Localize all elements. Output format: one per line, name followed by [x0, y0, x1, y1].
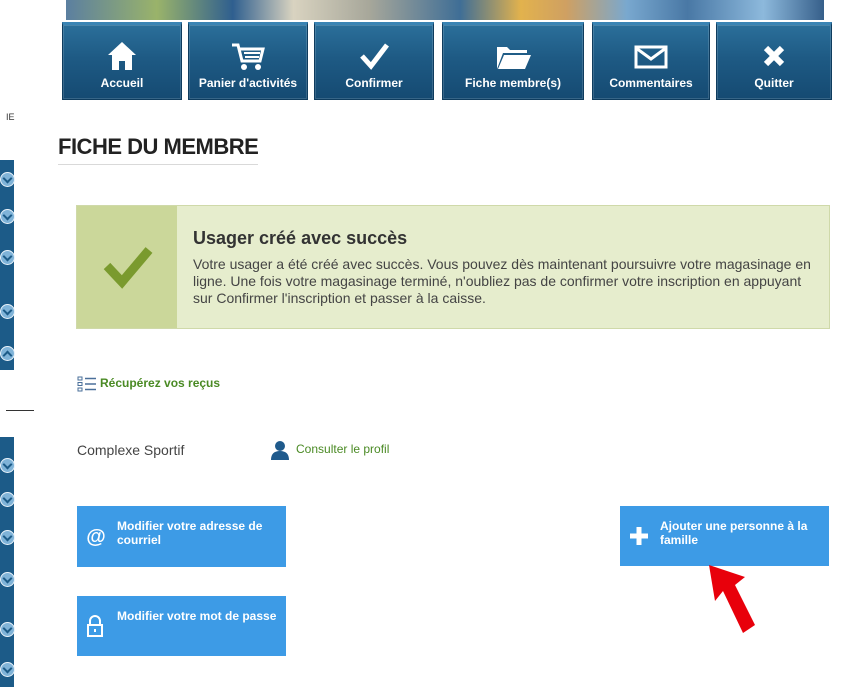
change-password-button[interactable]: Modifier votre mot de passe [77, 596, 286, 656]
list-icon [77, 376, 96, 392]
add-family-member-button[interactable]: Ajouter une personne à la famille [620, 506, 829, 566]
alert-icon-panel [77, 206, 177, 328]
change-email-label: Modifier votre adresse de courriel [117, 519, 263, 547]
envelope-icon [634, 45, 668, 69]
folder-icon [497, 47, 531, 69]
sidebar-expand-icon[interactable] [0, 304, 15, 319]
main-navigation: Accueil Panier d'activités Confirmer Fic… [62, 20, 832, 102]
change-password-label: Modifier votre mot de passe [117, 609, 277, 623]
sidebar-expand-icon[interactable] [0, 622, 15, 637]
nav-tab-home[interactable]: Accueil [62, 22, 182, 100]
nav-tab-confirm[interactable]: Confirmer [314, 22, 434, 100]
sidebar-expand-icon[interactable] [0, 572, 15, 587]
checkmark-icon [360, 43, 389, 70]
sidebar-expand-icon[interactable] [0, 172, 15, 187]
user-icon [271, 441, 289, 460]
nav-tab-label: Quitter [754, 76, 794, 90]
sidebar-expand-icon[interactable] [0, 662, 15, 677]
view-profile-link[interactable]: Consulter le profil [270, 440, 389, 460]
nav-tab-cart[interactable]: Panier d'activités [188, 22, 308, 100]
nav-tab-label: Panier d'activités [198, 76, 298, 90]
facility-name: Complexe Sportif [77, 442, 185, 458]
plus-icon [630, 527, 648, 545]
change-email-button[interactable]: @ Modifier votre adresse de courriel [77, 506, 286, 567]
receipts-link[interactable]: Récupérez vos reçus [77, 376, 220, 392]
sidebar-fragment-label: IE [6, 112, 15, 122]
nav-tab-label: Accueil [100, 76, 144, 90]
sidebar-fragment-text: IE [6, 112, 15, 122]
view-profile-label: Consulter le profil [296, 442, 390, 457]
sidebar-expand-icon[interactable] [0, 530, 15, 545]
sidebar-divider [6, 410, 34, 411]
sidebar-expand-icon[interactable] [0, 209, 15, 224]
alert-message: Votre usager a été créé avec succès. Vou… [193, 256, 811, 306]
sidebar-collapse-icon[interactable] [0, 346, 15, 361]
page-title: FICHE DU MEMBRE [58, 134, 259, 165]
sidebar-expand-icon[interactable] [0, 492, 15, 507]
nav-tab-comments[interactable]: Commentaires [592, 22, 710, 100]
sidebar-menu-upper [0, 160, 14, 370]
checkmark-icon [103, 247, 153, 289]
sidebar-expand-icon[interactable] [0, 250, 15, 265]
lock-icon [87, 615, 103, 637]
nav-tab-label: Confirmer [345, 76, 403, 90]
sidebar-expand-icon[interactable] [0, 458, 15, 473]
nav-tab-quit[interactable]: Quitter [716, 22, 832, 100]
alert-title: Usager créé avec succès [193, 228, 408, 248]
svg-text:@: @ [86, 526, 106, 548]
nav-tab-member-profile[interactable]: Fiche membre(s) [442, 22, 584, 100]
nav-tab-label: Commentaires [609, 76, 693, 90]
close-icon [763, 45, 785, 67]
home-icon [108, 42, 136, 70]
sidebar-menu-lower [0, 437, 14, 687]
at-sign-icon: @ [86, 526, 106, 548]
nav-tab-label: Fiche membre(s) [464, 76, 562, 90]
header-banner-image [66, 0, 824, 20]
annotation-arrow-icon [709, 565, 755, 633]
success-alert: Usager créé avec succès Votre usager a é… [76, 205, 830, 329]
receipts-label: Récupérez vos reçus [100, 376, 221, 391]
cart-icon [232, 43, 265, 70]
add-family-member-label: Ajouter une personne à la famille [660, 519, 808, 547]
